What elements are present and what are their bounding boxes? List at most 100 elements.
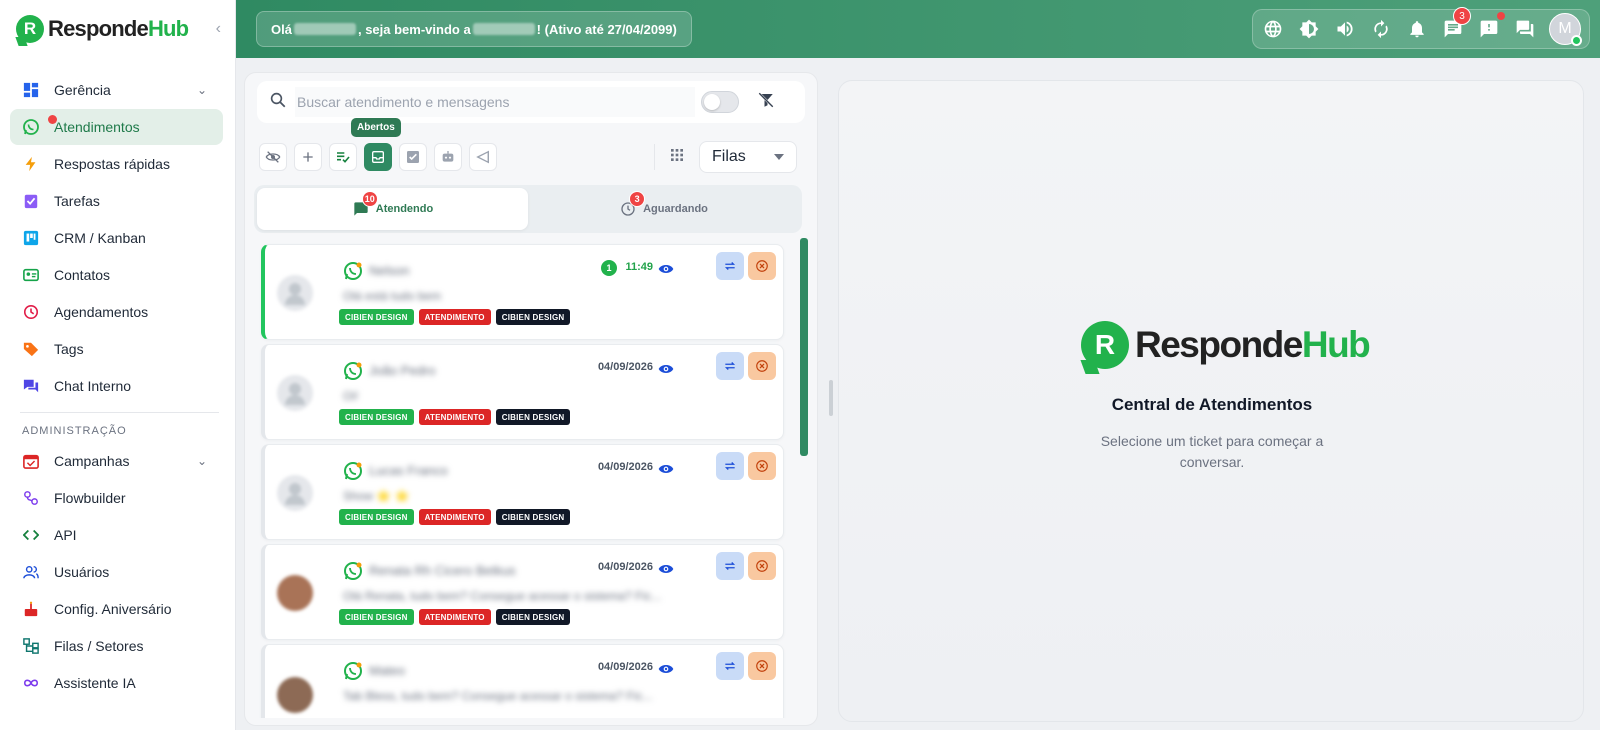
chat-icon[interactable]: 3 (1441, 7, 1471, 41)
last-message: Tab Bless, tudo bem? Consegue acessar o … (343, 689, 653, 703)
grid-apps-icon[interactable] (669, 147, 685, 168)
sidebar-item-label: Gerência (54, 82, 111, 98)
brand-logo-icon: R (1081, 321, 1129, 369)
users-icon (22, 563, 40, 581)
ticket-tags: CIBIEN DESIGN ATENDIMENTO CIBIEN DESIGN (339, 409, 571, 425)
eye-icon[interactable] (658, 462, 674, 476)
sidebar-item-filas-setores[interactable]: Filas / Setores (10, 628, 223, 664)
contact-card-icon (22, 266, 40, 284)
checklist-icon[interactable] (329, 143, 357, 171)
contact-avatar (277, 677, 313, 713)
filter-off-icon[interactable] (757, 91, 775, 114)
last-message: Olá Renata, tudo bem? Consegue acessar o… (343, 589, 662, 603)
ticket-time: 04/09/2026 (597, 461, 653, 473)
tag-badge: ATENDIMENTO (418, 409, 491, 425)
tab-aguardando[interactable]: 3 Aguardando (528, 188, 799, 230)
open-tickets-filter-button[interactable]: Abertos (351, 118, 401, 171)
add-ticket-button[interactable] (294, 143, 322, 171)
bot-icon[interactable] (434, 143, 462, 171)
welcome-banner: Olá , seja bem-vindo a ! (Ativo até 27/0… (256, 11, 692, 47)
ticket-item[interactable]: Mateo Tab Bless, tudo bem? Consegue aces… (261, 644, 784, 718)
sidebar-item-contatos[interactable]: Contatos (10, 257, 223, 293)
eye-icon[interactable] (658, 662, 674, 676)
eye-icon[interactable] (658, 562, 674, 576)
sidebar-item-chat-interno[interactable]: Chat Interno (10, 368, 223, 404)
contact-avatar (277, 275, 313, 311)
user-avatar[interactable]: M (1549, 13, 1582, 46)
transfer-ticket-button[interactable] (716, 652, 744, 680)
contact-avatar (277, 575, 313, 611)
sidebar-item-gerencia[interactable]: Gerência ⌄ (10, 72, 223, 108)
sidebar-item-tags[interactable]: Tags (10, 331, 223, 367)
transfer-ticket-button[interactable] (716, 452, 744, 480)
sidebar-item-label: Atendimentos (54, 119, 140, 135)
campaign-send-icon[interactable] (469, 143, 497, 171)
whatsapp-icon (344, 562, 362, 580)
last-message: Olá está tudo bem (343, 289, 442, 303)
ticket-item[interactable]: Renata Rh Cicero Betkus Olá Renata, tudo… (261, 544, 784, 640)
panel-resize-handle[interactable] (829, 380, 833, 416)
chevron-down-icon: ⌄ (196, 454, 207, 468)
ticket-list-scrollbar[interactable] (800, 238, 808, 456)
open-tickets-tooltip: Abertos (351, 118, 401, 137)
alert-message-icon[interactable] (1477, 12, 1505, 41)
closed-check-box-icon[interactable] (399, 143, 427, 171)
transfer-ticket-button[interactable] (716, 352, 744, 380)
contrast-icon[interactable] (1297, 17, 1321, 41)
sidebar-item-label: Flowbuilder (54, 490, 126, 506)
whatsapp-icon (344, 462, 362, 480)
alert-dot (1497, 12, 1505, 20)
sidebar-item-config-aniversario[interactable]: Config. Aniversário (10, 591, 223, 627)
filter-toggle-switch[interactable] (701, 91, 739, 113)
close-ticket-button[interactable] (748, 352, 776, 380)
sidebar-item-flowbuilder[interactable]: Flowbuilder (10, 480, 223, 516)
sidebar-item-api[interactable]: API (10, 517, 223, 553)
clock-icon (22, 303, 40, 321)
clipboard-check-icon (22, 192, 40, 210)
globe-icon[interactable] (1261, 17, 1285, 41)
close-ticket-button[interactable] (748, 452, 776, 480)
eye-icon[interactable] (658, 362, 674, 376)
tag-badge: CIBIEN DESIGN (339, 609, 414, 625)
ticket-item[interactable]: Lucas Franco Show ⭐ ⭐ 04/09/2026 CIBIEN … (261, 444, 784, 540)
close-ticket-button[interactable] (748, 652, 776, 680)
queue-icon (22, 637, 40, 655)
sidebar-item-tarefas[interactable]: Tarefas (10, 183, 223, 219)
sidebar-item-crm-kanban[interactable]: CRM / Kanban (10, 220, 223, 256)
ticket-item[interactable]: Nelson Olá está tudo bem 1 11:49 CIBIEN … (261, 244, 784, 340)
close-ticket-button[interactable] (748, 252, 776, 280)
eye-icon[interactable] (658, 262, 674, 276)
sidebar-item-campanhas[interactable]: Campanhas ⌄ (10, 443, 223, 479)
search-input[interactable] (295, 87, 695, 117)
collapse-sidebar-icon[interactable]: ‹ (216, 20, 221, 38)
ticket-item[interactable]: João Pedro Oi! 04/09/2026 CIBIEN DESIGN … (261, 344, 784, 440)
refresh-icon[interactable] (1369, 17, 1393, 41)
calendar-icon (22, 452, 40, 470)
chat-bubbles-icon (22, 377, 40, 395)
sidebar-item-label: Campanhas (54, 453, 130, 469)
transfer-ticket-button[interactable] (716, 552, 744, 580)
transfer-ticket-button[interactable] (716, 252, 744, 280)
sidebar-item-label: Tarefas (54, 193, 100, 209)
close-ticket-button[interactable] (748, 552, 776, 580)
queue-select[interactable]: Filas (699, 141, 797, 173)
aguardando-count-badge: 3 (629, 191, 646, 207)
hide-eye-off-icon[interactable] (259, 143, 287, 171)
volume-icon[interactable] (1333, 17, 1357, 41)
tag-icon (22, 340, 40, 358)
sidebar-item-atendimentos[interactable]: Atendimentos (10, 109, 223, 145)
ticket-status-tabs: 10 Atendendo 3 Aguardando (254, 185, 802, 233)
forum-icon[interactable] (1513, 17, 1537, 41)
ticket-tags: CIBIEN DESIGN ATENDIMENTO CIBIEN DESIGN (339, 309, 571, 325)
sidebar-item-label: CRM / Kanban (54, 230, 146, 246)
sidebar-item-respostas-rapidas[interactable]: Respostas rápidas (10, 146, 223, 182)
flow-icon (22, 489, 40, 507)
tab-atendendo[interactable]: 10 Atendendo (257, 188, 528, 230)
sidebar-item-agendamentos[interactable]: Agendamentos (10, 294, 223, 330)
bell-icon[interactable] (1405, 17, 1429, 41)
tag-badge: CIBIEN DESIGN (339, 409, 414, 425)
sidebar-item-usuarios[interactable]: Usuários (10, 554, 223, 590)
tag-badge: CIBIEN DESIGN (495, 609, 571, 625)
sidebar-item-assistente-ia[interactable]: Assistente IA (10, 665, 223, 701)
cake-icon (22, 600, 40, 618)
